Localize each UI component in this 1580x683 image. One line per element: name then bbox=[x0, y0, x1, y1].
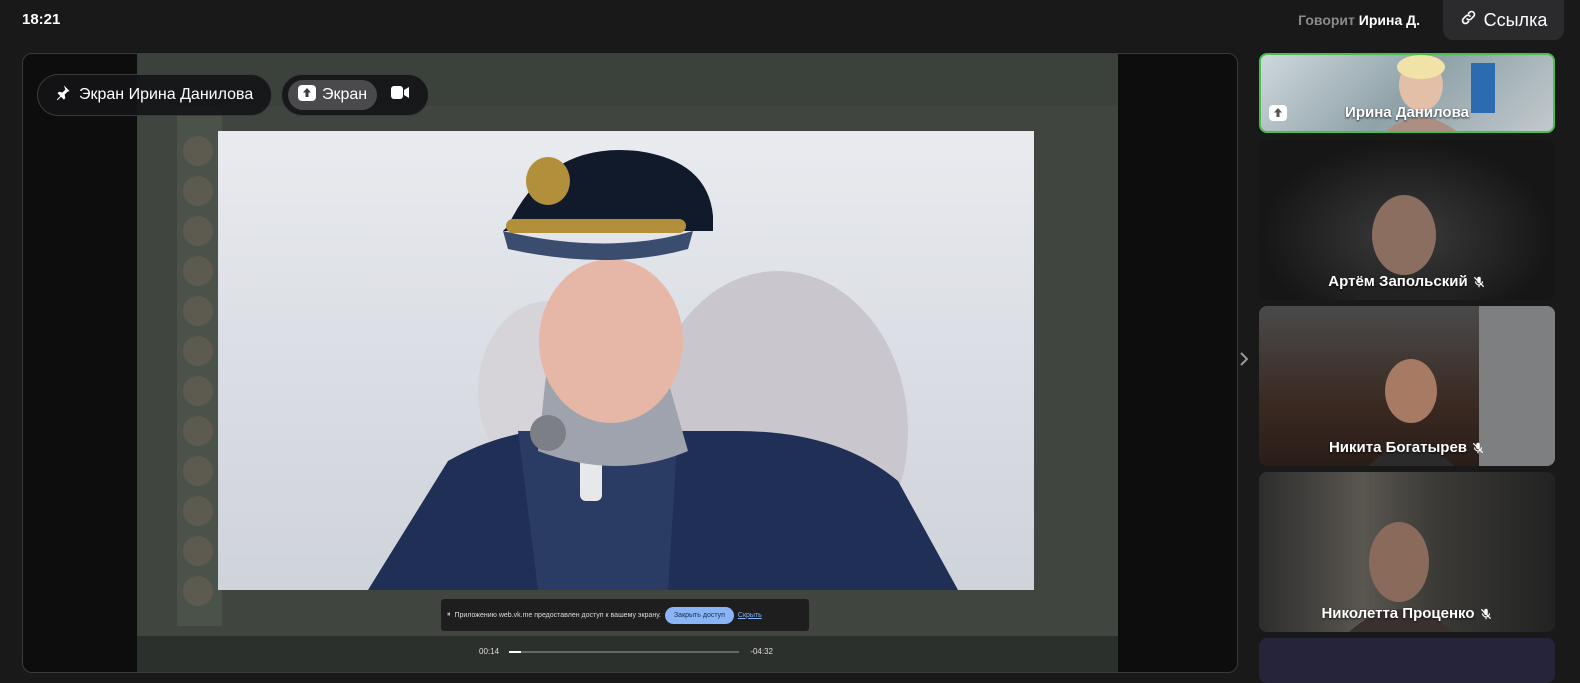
participant-video bbox=[1386, 55, 1495, 131]
participant-name: Ирина Данилова bbox=[1261, 104, 1553, 121]
player-progress-fill bbox=[509, 651, 521, 653]
pinned-screen-button[interactable]: Экран Ирина Данилова bbox=[37, 74, 272, 116]
copy-link-label: Ссылка bbox=[1483, 9, 1548, 30]
screen-share-stage[interactable]: Экран Ирина Данилова Экран ⏸ Приложению … bbox=[22, 53, 1238, 673]
avatar bbox=[183, 296, 213, 326]
screen-mode-button[interactable]: Экран bbox=[288, 80, 378, 110]
participant-name-text: Ирина Данилова bbox=[1345, 104, 1469, 121]
speaking-prefix: Говорит bbox=[1298, 12, 1355, 28]
avatar bbox=[183, 536, 213, 566]
participant-name-text: Никита Богатырев bbox=[1328, 439, 1468, 456]
link-icon bbox=[1460, 9, 1477, 31]
participant-name-text: Артём Запольский bbox=[1328, 273, 1468, 290]
mic-off-icon bbox=[1472, 442, 1484, 453]
view-mode-switch: Экран bbox=[281, 74, 429, 116]
player-remaining-time: -04:32 bbox=[750, 647, 773, 656]
participant-name: Николетта Проценко bbox=[1259, 605, 1555, 622]
participant-name: Никита Богатырев bbox=[1259, 439, 1555, 456]
participant-tile[interactable] bbox=[1259, 638, 1555, 683]
avatar bbox=[183, 416, 213, 446]
avatar bbox=[183, 376, 213, 406]
mic-off-icon bbox=[1473, 276, 1484, 287]
avatar bbox=[183, 176, 213, 206]
participant-name: Артём Запольский bbox=[1259, 273, 1555, 290]
camera-icon bbox=[391, 86, 410, 104]
avatar bbox=[183, 496, 213, 526]
avatar bbox=[183, 576, 213, 606]
participant-tile[interactable]: Никита Богатырев bbox=[1259, 306, 1555, 466]
screen-mode-label: Экран bbox=[322, 86, 368, 103]
participant-tile[interactable]: Ирина Данилова bbox=[1259, 53, 1555, 133]
player-current-time: 00:14 bbox=[479, 647, 500, 656]
avatar bbox=[183, 136, 213, 166]
speaking-name: Ирина Д. bbox=[1358, 12, 1420, 28]
participant-tile[interactable]: Артём Запольский bbox=[1259, 140, 1555, 300]
screen-share-icon bbox=[298, 84, 316, 106]
active-speaker-indicator: Говорит Ирина Д. bbox=[1298, 12, 1420, 28]
player-progress-bar[interactable] bbox=[509, 651, 739, 653]
camera-mode-button[interactable] bbox=[385, 80, 415, 110]
chevron-right-icon[interactable] bbox=[1237, 350, 1251, 368]
avatar bbox=[183, 256, 213, 286]
notification-text: Приложению web.vk.me предоставлен доступ… bbox=[454, 611, 661, 619]
hide-notification-link[interactable]: Скрыть bbox=[738, 612, 762, 619]
shared-screen-chat-list bbox=[177, 106, 222, 626]
participant-name-text: Николетта Проценко bbox=[1321, 605, 1475, 622]
top-bar: 18:21 Говорит Ирина Д. Ссылка bbox=[0, 0, 1580, 42]
video-image bbox=[368, 149, 958, 590]
clock: 18:21 bbox=[22, 11, 61, 28]
shared-video-frame bbox=[218, 131, 1034, 590]
avatar bbox=[183, 216, 213, 246]
pause-icon: ⏸ bbox=[447, 611, 451, 618]
avatar bbox=[183, 456, 213, 486]
copy-link-button[interactable]: Ссылка bbox=[1443, 0, 1564, 40]
screen-access-notification: ⏸ Приложению web.vk.me предоставлен дост… bbox=[441, 599, 809, 631]
avatar bbox=[183, 336, 213, 366]
mic-off-icon bbox=[1480, 608, 1491, 619]
pin-icon bbox=[54, 84, 71, 106]
pinned-screen-label: Экран Ирина Данилова bbox=[79, 86, 254, 103]
stop-sharing-button[interactable]: Закрыть доступ bbox=[664, 606, 734, 624]
video-player-controls: 00:14 -04:32 bbox=[477, 639, 773, 665]
participant-tile[interactable]: Николетта Проценко bbox=[1259, 472, 1555, 632]
